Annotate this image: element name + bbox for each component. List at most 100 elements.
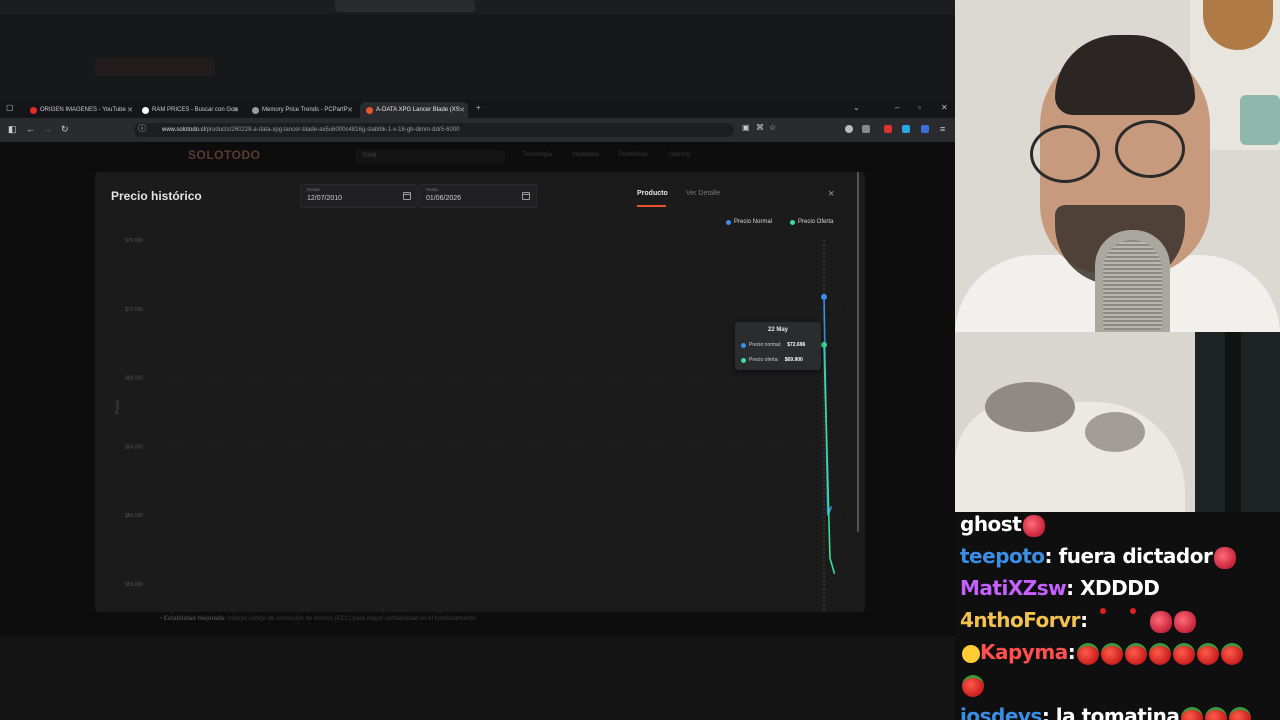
nav-item[interactable]: Hardware xyxy=(573,152,599,158)
site-header: SOLOTODO RAM Tecnología Hardware Perifér… xyxy=(0,142,955,172)
y-tick-label: $64.000 xyxy=(125,444,143,450)
webcam-feed xyxy=(955,0,1280,332)
raspberry-emote-icon xyxy=(1023,514,1046,537)
youtube-icon xyxy=(30,106,37,114)
site-search-input[interactable]: RAM xyxy=(355,150,505,164)
sunglasses-emote-icon xyxy=(962,644,980,663)
red-dot-emote-icon xyxy=(1099,608,1106,614)
y-tick-label: $60.000 xyxy=(125,513,143,519)
tab-strip: ▢ ORIGEN IMAGENES - YouTube ✕ RAM PRICES… xyxy=(0,100,955,118)
chat-message: MatiXZsw: XDDDD xyxy=(960,576,1160,600)
price-history-modal: Precio histórico Desde 12/07/2010 Hasta … xyxy=(95,172,865,612)
cat-fur-patch xyxy=(1085,412,1145,452)
tab-groups-icon[interactable]: ▢ xyxy=(6,103,14,112)
tomato-emote-icon xyxy=(1181,706,1204,720)
raspberry-emote-icon xyxy=(1214,546,1237,569)
chat-message: josdevs: la tomatina xyxy=(960,704,1252,720)
tomato-emote-icon xyxy=(1205,706,1228,720)
chat-username[interactable]: MatiXZsw xyxy=(960,576,1067,600)
modal-scrollbar[interactable] xyxy=(857,172,859,532)
url-path: /products/260228-a-data-xpg-lancer-blade… xyxy=(205,127,460,133)
extension-blue-icon[interactable] xyxy=(902,125,910,133)
pcpartpicker-icon xyxy=(252,106,259,114)
close-tab-icon[interactable]: ✕ xyxy=(459,106,465,114)
tomato-emote-icon xyxy=(1173,642,1196,665)
menu-icon[interactable]: ≡ xyxy=(940,124,945,134)
cat-cam-feed xyxy=(955,332,1280,512)
close-tab-icon[interactable]: ✕ xyxy=(347,106,353,114)
back-icon[interactable]: ← xyxy=(26,124,35,134)
tooltip-value: $72.696 xyxy=(787,342,806,348)
sidebar-icon[interactable]: ◧ xyxy=(8,124,17,135)
chat-username[interactable]: Kapyma xyxy=(980,640,1068,664)
y-tick-label: $68.000 xyxy=(125,376,143,382)
new-tab-button[interactable]: + xyxy=(476,103,481,112)
close-window-icon[interactable]: ✕ xyxy=(941,103,948,112)
extensions-icon[interactable] xyxy=(862,125,870,133)
solotodo-icon xyxy=(366,106,373,114)
tomato-emote-icon xyxy=(1221,642,1244,665)
extension-dark-blue-icon[interactable] xyxy=(921,125,929,133)
tab-pcpartpicker[interactable]: Memory Price Trends - PCPartP ✕ xyxy=(246,102,356,118)
blurred-logo xyxy=(95,58,215,76)
tooltip-label: Precio oferta: xyxy=(749,357,779,363)
series-point-normal[interactable] xyxy=(821,293,827,300)
reload-icon[interactable]: ↻ xyxy=(61,124,69,135)
chat-text: : fuera dictador xyxy=(1044,544,1213,568)
bookmark-star-icon[interactable]: ☆ xyxy=(769,123,776,132)
taskbar-area xyxy=(0,636,955,720)
chat-message: teepoto: fuera dictador xyxy=(960,544,1237,569)
y-tick-label: $72.000 xyxy=(125,307,143,313)
tooltip-label: Precio normal: xyxy=(749,342,782,348)
y-tick-label: $56.000 xyxy=(125,582,143,588)
chat-username[interactable]: ghost xyxy=(960,512,1022,536)
raspberry-emote-icon xyxy=(1173,610,1196,633)
series-line-offer xyxy=(823,344,836,574)
site-logo[interactable]: SOLOTODO xyxy=(188,148,260,162)
nav-item[interactable]: Gaming xyxy=(669,152,690,158)
tab-google[interactable]: RAM PRICES - Buscar con Goo ✕ xyxy=(136,102,242,118)
chat-username[interactable]: 4nthoForvr xyxy=(960,608,1081,632)
chat-text: : xyxy=(1067,640,1076,664)
glasses-right xyxy=(1115,120,1185,178)
address-bar[interactable]: www.solotodo.cl/products/260228-a-data-x… xyxy=(134,123,734,137)
translate-icon[interactable]: ⌘ xyxy=(756,123,764,132)
tomato-emote-icon xyxy=(1229,706,1252,720)
series-point-offer[interactable] xyxy=(821,341,827,348)
y-axis-label: Precio xyxy=(115,400,121,414)
y-tick-label: $76.000 xyxy=(125,238,143,244)
price-chart[interactable]: $76.000 $72.000 $68.000 $64.000 $60.000 $56.0… xyxy=(95,172,865,612)
screen: ▢ ORIGEN IMAGENES - YouTube ✕ RAM PRICES… xyxy=(0,0,1280,720)
nav-item[interactable]: Tecnología xyxy=(523,152,552,158)
tab-label: Memory Price Trends - PCPartP xyxy=(262,107,348,113)
tomato-emote-icon xyxy=(1101,642,1124,665)
close-tab-icon[interactable]: ✕ xyxy=(127,106,133,114)
blurred-bar xyxy=(0,0,955,14)
tomato-emote-icon xyxy=(962,674,984,697)
chat-username[interactable]: teepoto xyxy=(960,544,1045,568)
close-tab-icon[interactable]: ✕ xyxy=(233,106,239,114)
tab-youtube[interactable]: ORIGEN IMAGENES - YouTube ✕ xyxy=(24,102,136,118)
tomato-emote-icon xyxy=(1125,642,1148,665)
chair-frame xyxy=(1225,332,1241,512)
site-info-icon[interactable]: ⓘ xyxy=(138,123,146,134)
chat-text: : la tomatina xyxy=(1041,704,1180,720)
tomato-emote-icon xyxy=(1077,642,1100,665)
nav-item[interactable]: Periféricos xyxy=(619,152,647,158)
extension-red-icon[interactable] xyxy=(884,125,892,133)
profile-icon[interactable] xyxy=(845,125,853,133)
tab-solotodo[interactable]: A-DATA XPG Lancer Blade (XS ✕ xyxy=(360,102,468,118)
tab-search-icon[interactable]: ⌄ xyxy=(853,103,860,112)
chat-username[interactable]: josdevs xyxy=(960,704,1042,720)
chat-message: 4nthoForvr: xyxy=(960,608,1196,633)
page-content: SOLOTODO RAM Tecnología Hardware Perifér… xyxy=(0,142,955,636)
screenshot-icon[interactable]: ▣ xyxy=(742,123,750,132)
spec-title: Estabilidad mejorada: xyxy=(163,616,227,622)
cat-fur-patch xyxy=(985,382,1075,432)
microphone xyxy=(1095,230,1170,332)
tooltip-swatch xyxy=(741,357,746,363)
hair xyxy=(1055,35,1195,115)
maximize-icon[interactable]: ▫ xyxy=(918,103,921,112)
forward-icon[interactable]: → xyxy=(43,124,52,134)
minimize-icon[interactable]: – xyxy=(895,103,899,112)
